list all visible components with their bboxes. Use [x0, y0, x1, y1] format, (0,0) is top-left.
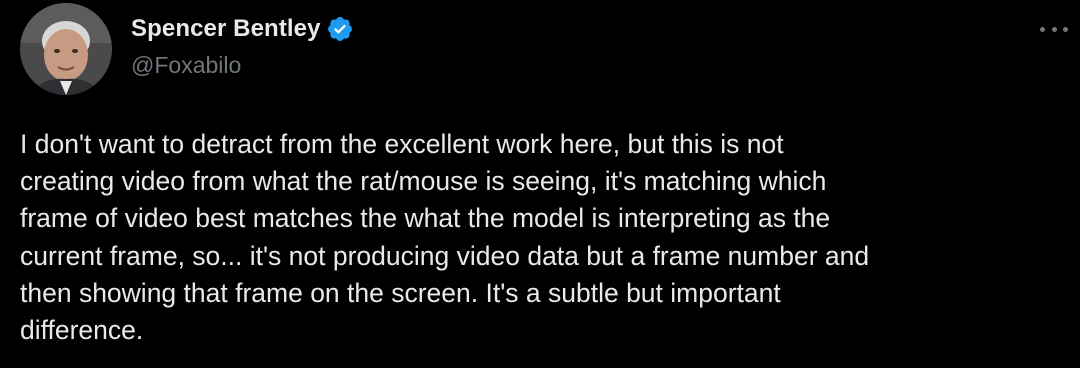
tweet-text-line: current frame, so... it's not producing … — [20, 240, 870, 271]
tweet-text-line: I don't want to detract from the excelle… — [20, 129, 784, 159]
author-info: Spencer Bentley @Foxabilo — [131, 12, 354, 79]
user-handle[interactable]: @Foxabilo — [131, 52, 354, 79]
more-options-icon[interactable] — [1040, 20, 1068, 38]
avatar[interactable] — [20, 3, 112, 95]
tweet-text-line: creating video from what the rat/mouse i… — [20, 166, 827, 197]
tweet-text-line: then showing that frame on the screen. I… — [20, 277, 781, 308]
more-dot — [1051, 26, 1057, 32]
tweet-text: I don't want to detract from the excelle… — [20, 126, 1070, 349]
more-dot — [1063, 26, 1068, 32]
display-name[interactable]: Spencer Bentley — [131, 15, 321, 43]
tweet-text-line: difference. — [20, 315, 144, 346]
more-dot — [1040, 26, 1045, 32]
avatar-photo — [20, 3, 112, 95]
tweet-text-line: frame of video best matches the what the… — [20, 203, 831, 234]
name-row: Spencer Bentley — [131, 12, 354, 46]
tweet-card: Spencer Bentley @Foxabilo I don't want t… — [0, 0, 1080, 368]
verified-badge-icon — [326, 15, 354, 43]
